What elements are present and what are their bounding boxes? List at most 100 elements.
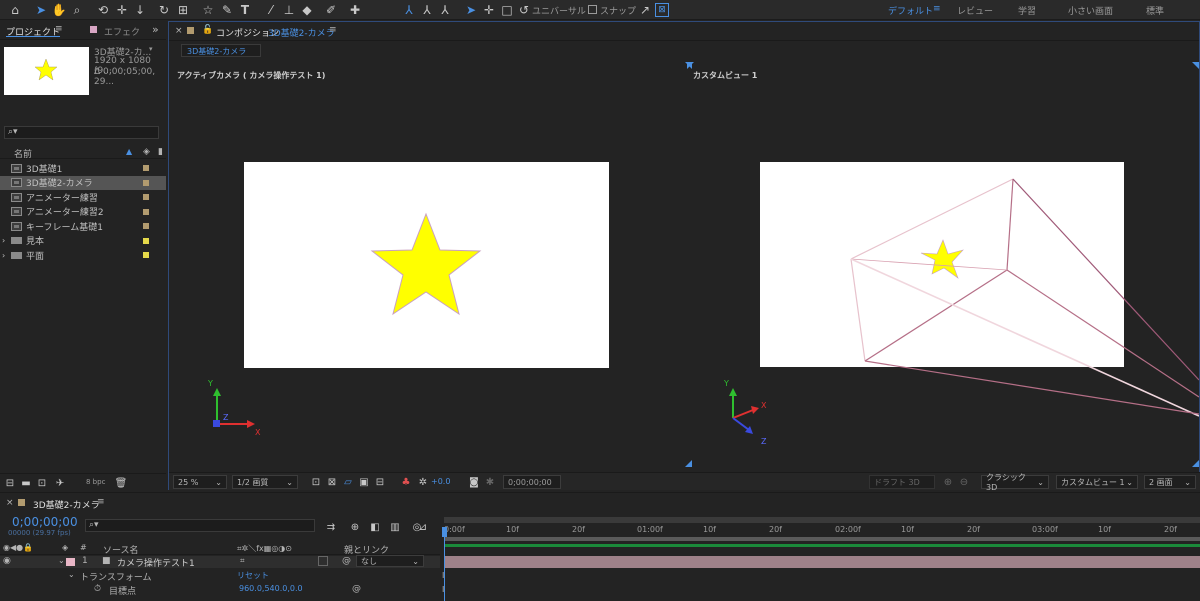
current-time-display[interactable]: 0;00;00;00 [503, 475, 561, 489]
show-snapshot-icon[interactable]: ✱ [481, 473, 499, 491]
label-color-swatch[interactable] [143, 208, 149, 215]
comp-menu-icon[interactable]: ≡ [329, 25, 337, 35]
exposure-value[interactable]: +0.0 [431, 477, 450, 486]
orbit-camera-icon[interactable]: ⟲ [94, 1, 112, 19]
view-axis-icon[interactable]: ⅄ [436, 1, 454, 19]
world-axis-icon[interactable]: ⅄ [418, 1, 436, 19]
label-column-icon[interactable]: ◈ [62, 543, 68, 552]
frame-blending-icon[interactable]: ▥ [386, 518, 404, 536]
label-color-swatch[interactable] [143, 237, 149, 244]
pen-icon[interactable]: ✎ [218, 1, 236, 19]
view-dropdown[interactable]: カスタムビュー 1 ⌄ [1056, 475, 1138, 489]
clone-stamp-icon[interactable]: ⊥ [280, 1, 298, 19]
panel-menu-icon[interactable]: ≡ [55, 24, 63, 34]
render-queue-icon[interactable]: ✈ [51, 474, 69, 492]
property-row[interactable]: ⏱ 目標点 960.0,540.0,0.0 @ [0, 584, 440, 597]
resolution-dropdown[interactable]: 1/2 画質 ⌄ [232, 475, 298, 489]
exposure-reset-icon[interactable]: ✲ [414, 473, 432, 491]
comp-subtab[interactable]: 3D基礎2-カメラ [181, 44, 261, 57]
column-name[interactable]: 名前 [14, 147, 32, 160]
transform-chevron-icon[interactable]: ⌄ [68, 570, 75, 579]
project-search-input[interactable]: ⌕▾ [4, 126, 159, 139]
snap-option-icon[interactable]: ↗ [636, 1, 654, 19]
grid-icon[interactable]: ⊠ [655, 3, 669, 17]
stopwatch-icon[interactable]: ⏱ [94, 584, 101, 594]
video-eye-icon[interactable]: ◉ [3, 556, 11, 566]
project-comp-item[interactable]: キーフレーム基礎1 [0, 219, 166, 233]
3d-layer-switch[interactable] [318, 556, 328, 566]
label-color-swatch[interactable] [143, 179, 149, 186]
switches-column-icons[interactable]: ⌗✲＼fx▦◎◑⊙ [237, 543, 292, 554]
pickwhip-icon[interactable]: @ [342, 556, 351, 566]
renderer-dropdown[interactable]: クラシック 3D ⌄ [981, 473, 1049, 492]
layer-label-swatch[interactable] [66, 558, 75, 566]
timeline-timecode[interactable]: 0;00;00;00 [12, 515, 78, 529]
draft-3d-toggle[interactable]: ドラフト 3D [869, 475, 935, 489]
timeline-track-area[interactable]: 0:00f 10f 20f 01:00f 10f 20f 02:00f 10f 20f 03:00… [440, 515, 1200, 601]
workspace-default[interactable]: デフォルト [888, 4, 933, 17]
sort-asc-icon[interactable]: ▲ [126, 147, 132, 156]
workspace-review[interactable]: レビュー [957, 4, 993, 17]
draft-3d-icon[interactable]: ⊕ [346, 518, 364, 536]
shape-star-icon[interactable]: ☆ [199, 1, 217, 19]
comp-mini-flowchart-icon[interactable]: ⇉ [322, 518, 340, 536]
brush-icon[interactable]: ⁄ [262, 1, 280, 19]
custom-view-1[interactable]: カスタムビュー 1 Y X Z [687, 62, 1199, 467]
workspace-learn[interactable]: 学習 [1018, 4, 1036, 17]
project-comp-item[interactable]: アニメーター練習 [0, 190, 166, 204]
number-column[interactable]: # [80, 543, 87, 552]
close-icon[interactable]: × [175, 26, 183, 36]
local-axis-icon[interactable]: ⅄ [400, 1, 418, 19]
star-shape[interactable] [244, 162, 609, 368]
zoom-dropdown[interactable]: 25 % ⌄ [173, 475, 227, 489]
3d-rotate-icon[interactable]: ↺ [515, 1, 533, 19]
layer-duration-bar[interactable] [444, 556, 1200, 568]
timeline-search-input[interactable]: ⌕▾ [85, 519, 315, 532]
type-column-icon[interactable]: ▮ [158, 147, 163, 157]
snap-checkbox[interactable] [588, 5, 597, 14]
timeline-close-icon[interactable]: × [6, 498, 14, 508]
home-icon[interactable]: ⌂ [6, 1, 24, 19]
folder-expand-icon[interactable]: › [2, 236, 5, 245]
workspace-standard[interactable]: 標準 [1146, 4, 1164, 17]
comp-panel-name[interactable]: 3D基礎2-カメラ [268, 26, 335, 39]
dolly-camera-icon[interactable]: ↓ [131, 1, 149, 19]
label-color-swatch[interactable] [143, 194, 149, 200]
transform-reset-link[interactable]: リセット [237, 570, 269, 581]
zoom-icon[interactable]: ⌕ [68, 1, 86, 19]
tab-effects[interactable]: エフェク [104, 25, 140, 38]
transform-group-row[interactable]: ⌄ トランスフォーム リセット [0, 570, 440, 583]
3d-move-icon[interactable]: ✛ [480, 1, 498, 19]
roto-brush-icon[interactable]: ✐ [322, 1, 340, 19]
new-comp-icon[interactable]: ⊡ [33, 474, 51, 492]
type-icon[interactable]: T [236, 1, 254, 19]
source-name-column[interactable]: ソース名 [103, 543, 139, 556]
pan-camera-icon[interactable]: ✛ [113, 1, 131, 19]
ground-plane-icon[interactable]: ⊖ [955, 473, 973, 491]
property-pickwhip-icon[interactable]: @ [352, 584, 361, 594]
graph-editor-icon[interactable]: ⊿ [414, 518, 432, 536]
timeline-tab[interactable]: 3D基礎2-カメラ [33, 498, 100, 511]
more-tabs-icon[interactable]: » [152, 23, 159, 36]
project-folder-item[interactable]: › 平面 [0, 248, 166, 262]
label-color-swatch[interactable] [143, 223, 149, 229]
project-comp-item[interactable]: 3D基礎2-カメラ [0, 175, 166, 190]
timeline-menu-icon[interactable]: ≡ [97, 497, 105, 507]
parent-dropdown[interactable]: なし ⌄ [356, 555, 424, 567]
label-color-swatch[interactable] [143, 252, 149, 258]
selection-arrow-icon[interactable]: ➤ [32, 1, 50, 19]
puppet-pin-icon[interactable]: ✚ [346, 1, 364, 19]
bpc-label[interactable]: 8 bpc [86, 478, 105, 486]
label-column-icon[interactable]: ◈ [143, 147, 150, 157]
thumb-dropdown-icon[interactable]: ▾ [149, 45, 153, 53]
layer-name[interactable]: カメラ操作テスト1 [117, 556, 195, 569]
expand-chevron-icon[interactable]: ⌄ [58, 556, 65, 565]
3d-scale-icon[interactable]: □ [498, 1, 516, 19]
layer-row[interactable]: ◉ ⌄ 1 ■ カメラ操作テスト1 ⌗ @ なし ⌄ [0, 555, 440, 569]
hand-icon[interactable]: ✋ [50, 1, 68, 19]
workspace-small-screen[interactable]: 小さい画面 [1068, 4, 1113, 17]
av-switch-icons[interactable]: ◉◀●🔒 [3, 543, 33, 552]
project-folder-item[interactable]: › 見本 [0, 234, 166, 248]
folder-expand-icon[interactable]: › [2, 251, 5, 260]
playhead[interactable] [442, 527, 447, 537]
